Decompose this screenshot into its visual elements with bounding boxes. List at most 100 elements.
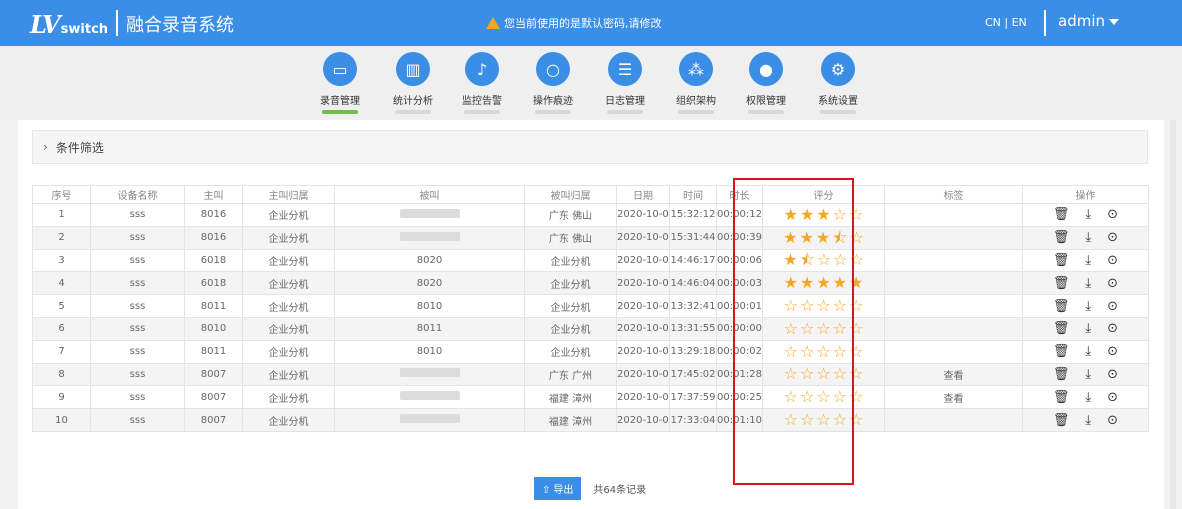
star-empty-icon[interactable]: ☆ [800, 387, 814, 406]
language-switch[interactable]: CN | EN [985, 16, 1027, 29]
download-icon[interactable]: ⤓ [1085, 276, 1091, 291]
star-empty-icon[interactable]: ☆ [833, 319, 847, 338]
delete-icon[interactable]: 🗑 [1053, 367, 1070, 382]
delete-icon[interactable]: 🗑 [1053, 344, 1070, 359]
star-empty-icon[interactable]: ☆ [849, 364, 863, 383]
star-empty-icon[interactable]: ☆ [849, 387, 863, 406]
download-icon[interactable]: ⤓ [1085, 299, 1091, 314]
delete-icon[interactable]: 🗑 [1053, 413, 1070, 428]
filter-toggle[interactable]: › 条件筛选 [32, 130, 1148, 164]
star-full-icon[interactable]: ★ [816, 273, 830, 292]
default-password-warning[interactable]: 您当前使用的是默认密码,请修改 [486, 15, 662, 31]
delete-icon[interactable]: 🗑 [1053, 207, 1070, 222]
play-icon[interactable]: ⊙ [1107, 207, 1118, 222]
star-half-icon[interactable]: ⯪ [832, 228, 847, 247]
nav-item[interactable]: ♪ 监控告警 [452, 52, 512, 114]
star-empty-icon[interactable]: ☆ [849, 410, 863, 429]
star-empty-icon[interactable]: ☆ [849, 228, 863, 247]
delete-icon[interactable]: 🗑 [1053, 321, 1070, 336]
play-icon[interactable]: ⊙ [1107, 413, 1118, 428]
star-empty-icon[interactable]: ☆ [800, 296, 814, 315]
column-header: 时长 [716, 185, 763, 204]
star-empty-icon[interactable]: ☆ [833, 387, 847, 406]
nav-item[interactable]: ▭ 录音管理 [310, 52, 370, 114]
star-empty-icon[interactable]: ☆ [833, 250, 847, 269]
redacted-number [399, 231, 460, 241]
star-empty-icon[interactable]: ☆ [800, 342, 814, 361]
star-empty-icon[interactable]: ☆ [800, 410, 814, 429]
play-icon[interactable]: ⊙ [1107, 321, 1118, 336]
user-menu[interactable]: admin [1058, 12, 1119, 30]
star-empty-icon[interactable]: ☆ [816, 319, 830, 338]
star-empty-icon[interactable]: ☆ [784, 410, 798, 429]
star-empty-icon[interactable]: ☆ [800, 364, 814, 383]
column-header: 主叫 [184, 185, 243, 204]
download-icon[interactable]: ⤓ [1085, 413, 1091, 428]
nav-item[interactable]: ▥ 统计分析 [383, 52, 443, 114]
star-full-icon[interactable]: ★ [783, 250, 797, 269]
star-full-icon[interactable]: ★ [784, 273, 798, 292]
nav-item[interactable]: ● 权限管理 [736, 52, 796, 114]
download-icon[interactable]: ⤓ [1085, 390, 1091, 405]
star-empty-icon[interactable]: ☆ [849, 319, 863, 338]
play-icon[interactable]: ⊙ [1107, 230, 1118, 245]
nav-item[interactable]: ○ 操作痕迹 [523, 52, 583, 114]
star-empty-icon[interactable]: ☆ [849, 205, 863, 224]
delete-icon[interactable]: 🗑 [1053, 230, 1070, 245]
download-icon[interactable]: ⤓ [1085, 344, 1091, 359]
star-empty-icon[interactable]: ☆ [833, 342, 847, 361]
star-full-icon[interactable]: ★ [784, 205, 798, 224]
star-empty-icon[interactable]: ☆ [816, 296, 830, 315]
star-full-icon[interactable]: ★ [800, 205, 814, 224]
star-full-icon[interactable]: ★ [800, 273, 814, 292]
download-icon[interactable]: ⤓ [1085, 207, 1091, 222]
cell-tag[interactable]: 查看 [884, 385, 1023, 410]
star-empty-icon[interactable]: ☆ [833, 205, 847, 224]
star-full-icon[interactable]: ★ [833, 273, 847, 292]
star-empty-icon[interactable]: ☆ [816, 410, 830, 429]
star-full-icon[interactable]: ★ [800, 228, 814, 247]
star-empty-icon[interactable]: ☆ [784, 364, 798, 383]
download-icon[interactable]: ⤓ [1085, 367, 1091, 382]
play-icon[interactable]: ⊙ [1107, 253, 1118, 268]
play-icon[interactable]: ⊙ [1107, 367, 1118, 382]
play-icon[interactable]: ⊙ [1107, 344, 1118, 359]
star-empty-icon[interactable]: ☆ [784, 342, 798, 361]
star-full-icon[interactable]: ★ [783, 228, 797, 247]
star-empty-icon[interactable]: ☆ [784, 387, 798, 406]
download-icon[interactable]: ⤓ [1085, 253, 1091, 268]
star-full-icon[interactable]: ★ [849, 273, 863, 292]
star-empty-icon[interactable]: ☆ [816, 342, 830, 361]
star-empty-icon[interactable]: ☆ [784, 296, 798, 315]
nav-item[interactable]: ⚙ 系统设置 [808, 52, 868, 114]
download-icon[interactable]: ⤓ [1085, 321, 1091, 336]
delete-icon[interactable]: 🗑 [1053, 299, 1070, 314]
download-icon[interactable]: ⤓ [1085, 230, 1091, 245]
delete-icon[interactable]: 🗑 [1053, 276, 1070, 291]
star-empty-icon[interactable]: ☆ [833, 410, 847, 429]
star-empty-icon[interactable]: ☆ [800, 319, 814, 338]
star-full-icon[interactable]: ★ [816, 228, 830, 247]
star-empty-icon[interactable]: ☆ [849, 250, 863, 269]
nav-item[interactable]: ☰ 日志管理 [595, 52, 655, 114]
play-icon[interactable]: ⊙ [1107, 276, 1118, 291]
delete-icon[interactable]: 🗑 [1053, 390, 1070, 405]
cell-duration: 00:00:06 [716, 248, 763, 273]
star-empty-icon[interactable]: ☆ [833, 296, 847, 315]
star-empty-icon[interactable]: ☆ [817, 250, 831, 269]
play-icon[interactable]: ⊙ [1107, 299, 1118, 314]
star-empty-icon[interactable]: ☆ [816, 387, 830, 406]
play-icon[interactable]: ⊙ [1107, 390, 1118, 405]
star-empty-icon[interactable]: ☆ [784, 319, 798, 338]
star-empty-icon[interactable]: ☆ [849, 342, 863, 361]
scrollbar[interactable] [1170, 120, 1176, 509]
delete-icon[interactable]: 🗑 [1053, 253, 1070, 268]
star-empty-icon[interactable]: ☆ [849, 296, 863, 315]
cell-tag[interactable]: 查看 [884, 362, 1023, 387]
star-full-icon[interactable]: ★ [816, 205, 830, 224]
star-half-icon[interactable]: ⯪ [800, 250, 815, 269]
star-empty-icon[interactable]: ☆ [816, 364, 830, 383]
star-empty-icon[interactable]: ☆ [833, 364, 847, 383]
nav-item[interactable]: ⁂ 组织架构 [666, 52, 726, 114]
export-button[interactable]: ⇧ 导出 [533, 476, 582, 500]
